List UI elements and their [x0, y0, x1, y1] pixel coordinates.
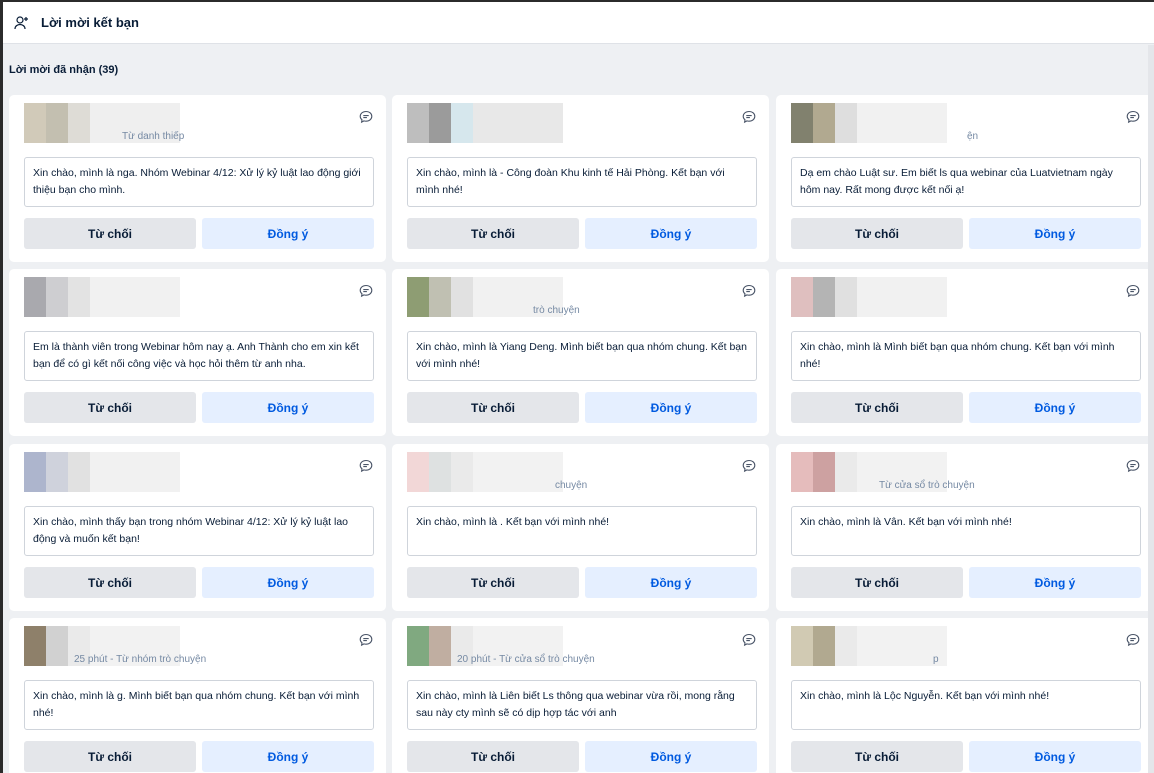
add-user-icon	[13, 14, 31, 32]
request-message: Xin chào, mình là Yiang Deng. Mình biết …	[407, 331, 757, 381]
request-message: Xin chào, mình thấy bạn trong nhóm Webin…	[24, 506, 374, 556]
friend-requests-window: Lời mời kết bạn Lời mời đã nhận (39) Từ …	[3, 2, 1154, 773]
friend-request-card: Xin chào, mình là - Công đoàn Khu kinh t…	[392, 95, 769, 262]
friend-request-card: ện Dạ em chào Luật sư. Em biết ls qua web…	[776, 95, 1153, 262]
reject-button[interactable]: Từ chối	[791, 567, 963, 598]
accept-button[interactable]: Đồng ý	[969, 392, 1141, 423]
friend-request-card: Xin chào, mình là Mình biết bạn qua nhóm…	[776, 269, 1153, 436]
avatar[interactable]	[791, 277, 947, 317]
reject-button[interactable]: Từ chối	[791, 741, 963, 772]
avatar[interactable]	[24, 277, 180, 317]
header: Lời mời kết bạn	[3, 2, 1154, 44]
chat-icon[interactable]	[741, 458, 757, 474]
chat-icon[interactable]	[741, 109, 757, 125]
chat-icon[interactable]	[358, 458, 374, 474]
request-source: Từ cửa sổ trò chuyện	[879, 480, 975, 491]
friend-request-card: p Xin chào, mình là Lộc Nguyễn. Kết bạn v…	[776, 618, 1153, 773]
request-message: Xin chào, mình là Liên biết Ls thông qua…	[407, 680, 757, 730]
avatar[interactable]	[791, 103, 947, 143]
request-source: 25 phút - Từ nhóm trò chuyện	[74, 654, 207, 665]
friend-request-card: 25 phút - Từ nhóm trò chuyện Xin chào, mì…	[9, 618, 386, 773]
reject-button[interactable]: Từ chối	[791, 392, 963, 423]
friend-request-card: 20 phút - Từ cửa sổ trò chuyện Xin chào, …	[392, 618, 769, 773]
request-message: Xin chào, mình là nga. Nhóm Webinar 4/12…	[24, 157, 374, 207]
request-message: Xin chào, mình là g. Mình biết bạn qua n…	[24, 680, 374, 730]
avatar[interactable]	[407, 103, 563, 143]
reject-button[interactable]: Từ chối	[24, 567, 196, 598]
request-message: Em là thành viên trong Webinar hôm nay ạ…	[24, 331, 374, 381]
accept-button[interactable]: Đồng ý	[202, 741, 374, 772]
scrollbar[interactable]	[1148, 45, 1154, 773]
friend-request-card: chuyện Xin chào, mình là . Kết bạn với mì…	[392, 444, 769, 611]
chat-icon[interactable]	[358, 109, 374, 125]
friend-request-card: Từ danh thiếp Xin chào, mình là nga. Nhóm…	[9, 95, 386, 262]
request-message: Xin chào, mình là Mình biết bạn qua nhóm…	[791, 331, 1141, 381]
reject-button[interactable]: Từ chối	[407, 218, 579, 249]
friend-request-card: Từ cửa sổ trò chuyện Xin chào, mình là Vâ…	[776, 444, 1153, 611]
chat-icon[interactable]	[1125, 632, 1141, 648]
accept-button[interactable]: Đồng ý	[202, 392, 374, 423]
avatar[interactable]	[24, 452, 180, 492]
friend-request-card: Xin chào, mình thấy bạn trong nhóm Webin…	[9, 444, 386, 611]
reject-button[interactable]: Từ chối	[24, 218, 196, 249]
request-message: Xin chào, mình là . Kết bạn với mình nhé…	[407, 506, 757, 556]
chat-icon[interactable]	[1125, 109, 1141, 125]
avatar[interactable]	[407, 452, 563, 492]
friend-request-card: Em là thành viên trong Webinar hôm nay ạ…	[9, 269, 386, 436]
accept-button[interactable]: Đồng ý	[202, 567, 374, 598]
reject-button[interactable]: Từ chối	[24, 392, 196, 423]
accept-button[interactable]: Đồng ý	[585, 218, 757, 249]
avatar[interactable]	[791, 626, 947, 666]
accept-button[interactable]: Đồng ý	[585, 567, 757, 598]
reject-button[interactable]: Từ chối	[407, 392, 579, 423]
request-source: trò chuyện	[533, 305, 580, 316]
accept-button[interactable]: Đồng ý	[585, 392, 757, 423]
request-source: chuyện	[555, 480, 588, 491]
request-message: Xin chào, mình là Lộc Nguyễn. Kết bạn vớ…	[791, 680, 1141, 730]
accept-button[interactable]: Đồng ý	[969, 741, 1141, 772]
accept-button[interactable]: Đồng ý	[969, 567, 1141, 598]
chat-icon[interactable]	[741, 632, 757, 648]
request-source: Từ danh thiếp	[122, 131, 185, 142]
request-message: Dạ em chào Luật sư. Em biết ls qua webin…	[791, 157, 1141, 207]
request-source: p	[933, 654, 939, 665]
request-source: ện	[967, 131, 979, 142]
reject-button[interactable]: Từ chối	[407, 567, 579, 598]
reject-button[interactable]: Từ chối	[791, 218, 963, 249]
friend-request-card: trò chuyện Xin chào, mình là Yiang Deng. …	[392, 269, 769, 436]
accept-button[interactable]: Đồng ý	[969, 218, 1141, 249]
accept-button[interactable]: Đồng ý	[202, 218, 374, 249]
chat-icon[interactable]	[741, 283, 757, 299]
request-message: Xin chào, mình là Vân. Kết bạn với mình …	[791, 506, 1141, 556]
chat-icon[interactable]	[358, 283, 374, 299]
chat-icon[interactable]	[1125, 458, 1141, 474]
section-title: Lời mời đã nhận (39)	[9, 64, 119, 76]
accept-button[interactable]: Đồng ý	[585, 741, 757, 772]
request-message: Xin chào, mình là - Công đoàn Khu kinh t…	[407, 157, 757, 207]
request-source: 20 phút - Từ cửa sổ trò chuyện	[457, 654, 595, 665]
reject-button[interactable]: Từ chối	[407, 741, 579, 772]
chat-icon[interactable]	[1125, 283, 1141, 299]
reject-button[interactable]: Từ chối	[24, 741, 196, 772]
page-title: Lời mời kết bạn	[41, 15, 139, 30]
chat-icon[interactable]	[358, 632, 374, 648]
